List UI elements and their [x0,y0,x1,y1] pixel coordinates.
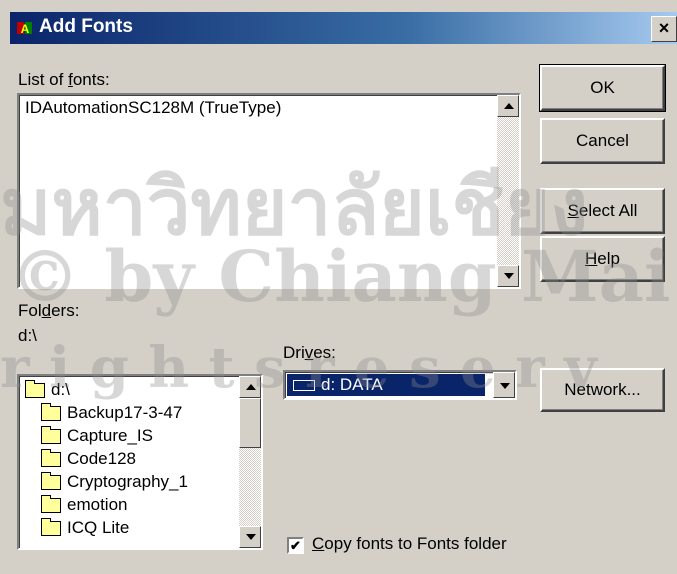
add-fonts-dialog: A Add Fonts × List of fonts: IDAutomatio… [0,0,677,574]
close-icon: × [658,18,670,38]
network-button[interactable]: Network... [540,368,665,412]
folder-item[interactable]: Cryptography_1 [41,471,188,493]
up-arrow-icon [246,384,256,390]
ok-button[interactable]: OK [539,64,666,112]
title-bar[interactable]: A Add Fonts × [10,12,677,44]
folders-scrollbar[interactable] [239,376,261,548]
scroll-down-button[interactable] [239,526,261,548]
folder-icon [41,494,61,513]
folder-icon [41,425,61,444]
drive-selected: d: DATA [287,374,485,396]
folder-item[interactable]: emotion [41,494,127,516]
copy-fonts-label[interactable]: Copy fonts to Fonts folder [312,534,507,554]
folder-item[interactable]: Code128 [41,448,136,470]
folder-icon [41,448,61,467]
dropdown-button[interactable] [493,372,515,398]
fonts-list-label: List of fonts: [18,70,110,89]
select-all-button[interactable]: Select All [540,188,665,234]
drives-dropdown[interactable]: d: DATA [283,370,517,400]
font-list-item[interactable]: IDAutomationSC128M (TrueType) [25,98,281,118]
scroll-down-button[interactable] [497,265,519,287]
fonts-app-icon: A [17,22,32,36]
folders-label: Folders: [18,301,80,320]
scroll-up-button[interactable] [239,376,261,398]
drives-label: Drives: [283,343,336,362]
down-arrow-icon [504,273,514,279]
help-button[interactable]: Help [540,236,665,282]
up-arrow-icon [504,103,514,109]
current-folder-path: d:\ [18,326,37,345]
folders-listbox[interactable]: d:\ Backup17-3-47 Capture_IS Code128 Cry… [17,374,263,550]
folder-item[interactable]: Backup17-3-47 [41,402,182,424]
scroll-up-button[interactable] [497,95,519,117]
window-title: Add Fonts [39,16,133,37]
fonts-listbox[interactable]: IDAutomationSC128M (TrueType) [17,93,521,289]
scroll-thumb[interactable] [239,398,261,448]
folder-icon [41,517,61,536]
folder-item[interactable]: ICQ Lite [41,517,129,539]
chevron-down-icon [500,383,510,389]
folder-icon [41,471,61,490]
folder-icon [41,402,61,421]
hard-drive-icon [293,379,315,391]
fonts-scrollbar[interactable] [497,95,519,287]
svg-text:A: A [21,22,30,36]
copy-fonts-checkbox[interactable]: ✔ [287,537,304,554]
cancel-button[interactable]: Cancel [540,118,665,164]
folder-item[interactable]: Capture_IS [41,425,153,447]
open-folder-icon [25,379,45,398]
down-arrow-icon [246,534,256,540]
folder-item-drive[interactable]: d:\ [25,379,70,401]
close-button[interactable]: × [651,16,677,42]
